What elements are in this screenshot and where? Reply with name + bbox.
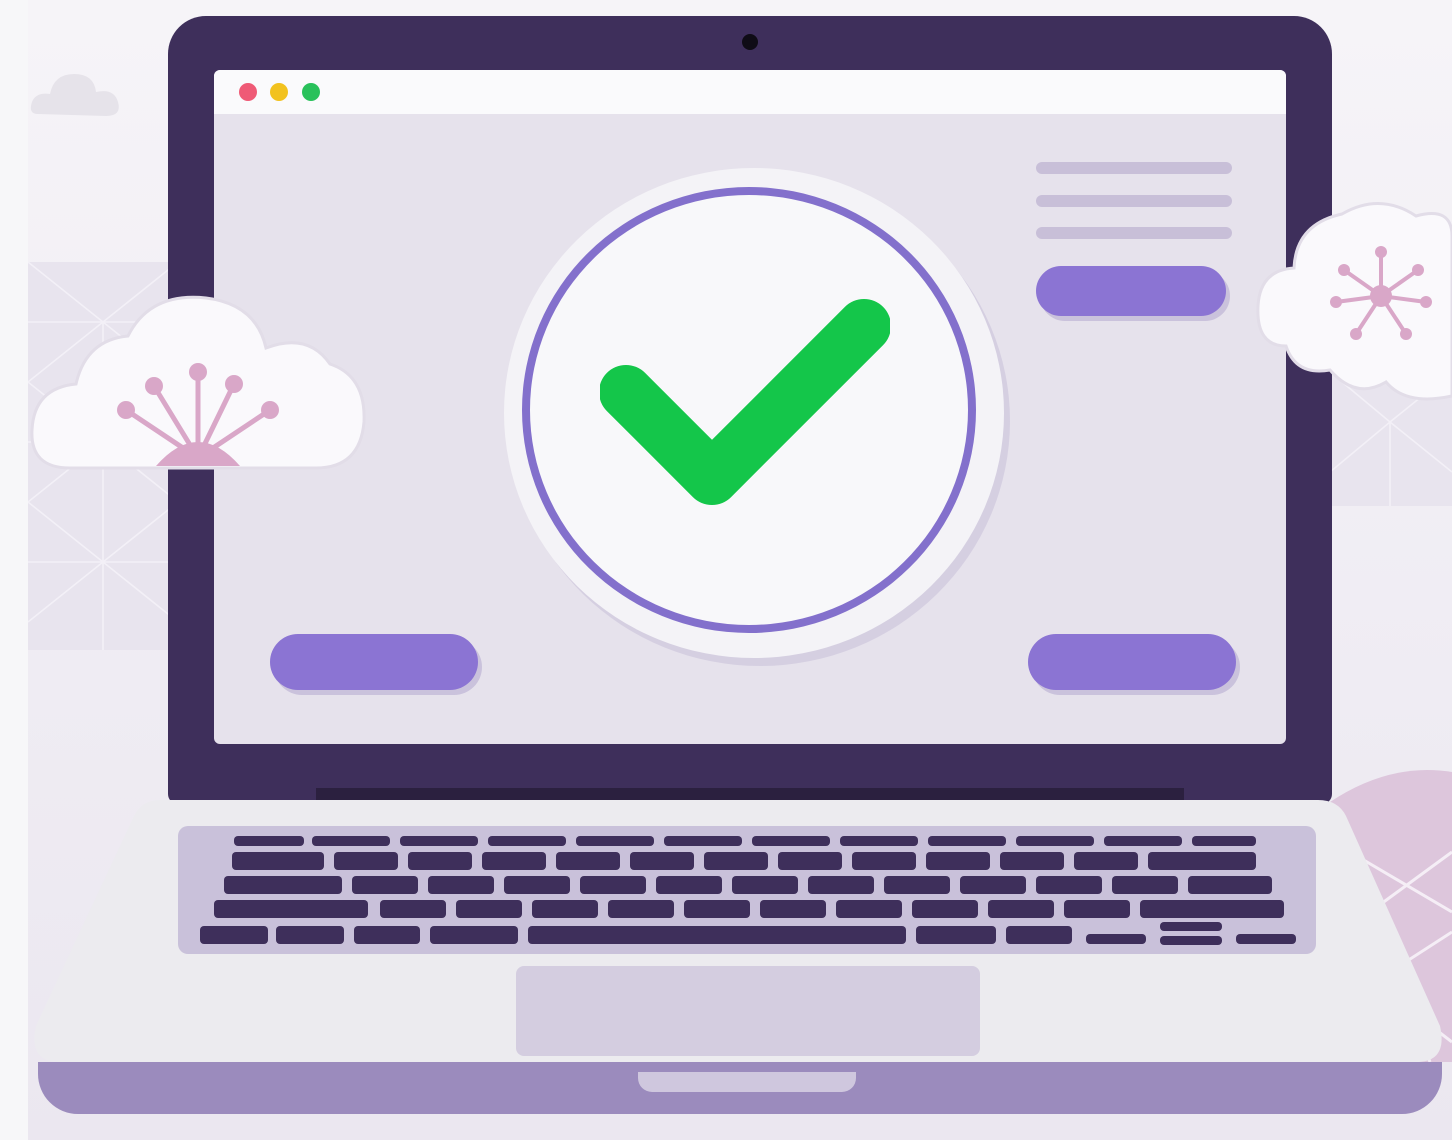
key[interactable] [234, 836, 304, 846]
arrow-right-key[interactable] [1236, 934, 1296, 944]
key[interactable] [400, 836, 478, 846]
window-titlebar [214, 70, 1286, 114]
key[interactable] [224, 876, 342, 894]
key[interactable] [608, 900, 674, 918]
key[interactable] [912, 900, 978, 918]
key[interactable] [580, 876, 646, 894]
bottom-left-button[interactable] [270, 634, 478, 690]
key[interactable] [1036, 876, 1102, 894]
key[interactable] [200, 926, 268, 944]
key[interactable] [704, 852, 768, 870]
key[interactable] [312, 836, 390, 846]
key[interactable] [732, 876, 798, 894]
laptop-screen [214, 70, 1286, 744]
maximize-window-dot[interactable] [302, 83, 320, 101]
key[interactable] [988, 900, 1054, 918]
key[interactable] [556, 852, 620, 870]
key[interactable] [960, 876, 1026, 894]
key[interactable] [1192, 836, 1256, 846]
checkmark-icon [600, 299, 890, 505]
arrow-left-key[interactable] [1086, 934, 1146, 944]
key[interactable] [778, 852, 842, 870]
key[interactable] [232, 852, 324, 870]
key[interactable] [1064, 900, 1130, 918]
key[interactable] [334, 852, 398, 870]
key[interactable] [1000, 852, 1064, 870]
key[interactable] [482, 852, 546, 870]
trackpad[interactable] [516, 966, 980, 1056]
laptop-opening-notch [638, 1072, 856, 1092]
key[interactable] [456, 900, 522, 918]
key[interactable] [1188, 876, 1272, 894]
key[interactable] [1104, 836, 1182, 846]
key[interactable] [926, 852, 990, 870]
left-edge-strip [0, 0, 28, 1140]
key[interactable] [532, 900, 598, 918]
placeholder-text-line [1036, 227, 1232, 239]
key[interactable] [1148, 852, 1256, 870]
bottom-right-button[interactable] [1028, 634, 1236, 690]
close-window-dot[interactable] [239, 83, 257, 101]
key[interactable] [504, 876, 570, 894]
key[interactable] [1112, 876, 1178, 894]
top-right-button[interactable] [1036, 266, 1226, 316]
key[interactable] [488, 836, 566, 846]
key[interactable] [1074, 852, 1138, 870]
key[interactable] [760, 900, 826, 918]
key[interactable] [664, 836, 742, 846]
key[interactable] [630, 852, 694, 870]
key[interactable] [1016, 836, 1094, 846]
key[interactable] [1006, 926, 1072, 944]
webcam [742, 34, 758, 50]
key[interactable] [430, 926, 518, 944]
key[interactable] [684, 900, 750, 918]
key[interactable] [928, 836, 1006, 846]
key[interactable] [1140, 900, 1284, 918]
key[interactable] [354, 926, 420, 944]
placeholder-text-line [1036, 162, 1232, 174]
key[interactable] [276, 926, 344, 944]
arrow-up-key[interactable] [1160, 922, 1222, 931]
key[interactable] [884, 876, 950, 894]
minimize-window-dot[interactable] [270, 83, 288, 101]
background-cloud-small [30, 74, 119, 116]
key[interactable] [576, 836, 654, 846]
key[interactable] [214, 900, 368, 918]
key[interactable] [408, 852, 472, 870]
spacebar-key[interactable] [528, 926, 906, 944]
key[interactable] [380, 900, 446, 918]
key[interactable] [656, 876, 722, 894]
placeholder-text-line [1036, 195, 1232, 207]
key[interactable] [836, 900, 902, 918]
asterisk-flower-icon [1330, 246, 1432, 340]
key[interactable] [840, 836, 918, 846]
key[interactable] [916, 926, 996, 944]
key[interactable] [428, 876, 494, 894]
key[interactable] [752, 836, 830, 846]
key[interactable] [352, 876, 418, 894]
flower-icon [117, 363, 279, 466]
arrow-down-key[interactable] [1160, 936, 1222, 945]
key[interactable] [852, 852, 916, 870]
key[interactable] [808, 876, 874, 894]
